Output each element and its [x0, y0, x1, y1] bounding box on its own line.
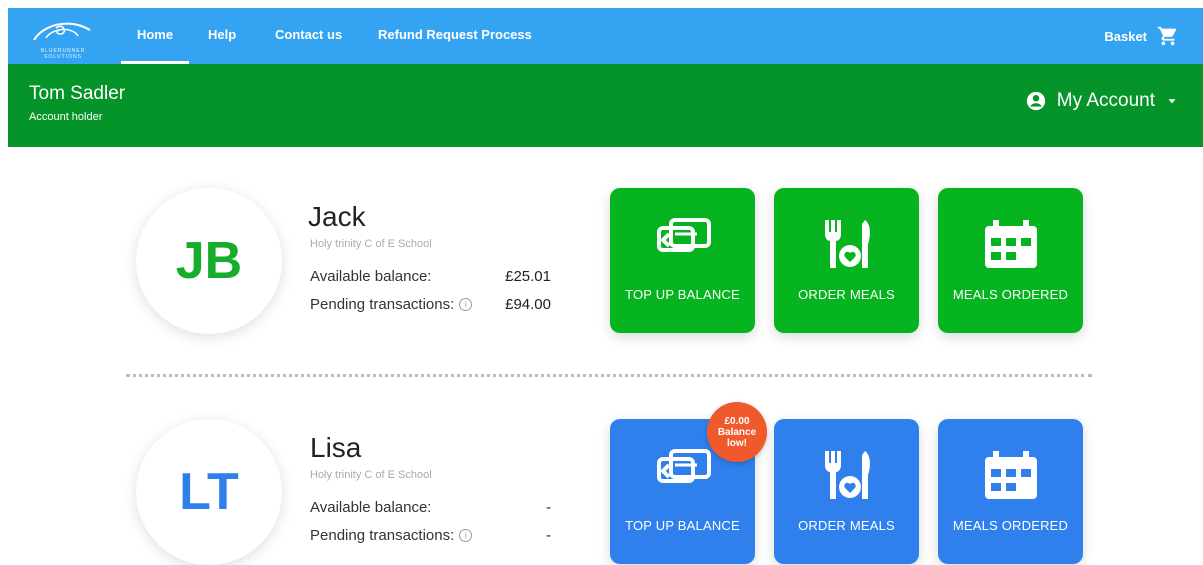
chevron-down-icon — [1168, 99, 1176, 104]
calendar-icon — [984, 451, 1037, 499]
nav-refund-request-process[interactable]: Refund Request Process — [378, 8, 532, 64]
child-school: Holy trinity C of E School — [310, 238, 432, 250]
tile-label: TOP UP BALANCE — [625, 287, 740, 302]
my-account-label: My Account — [1056, 90, 1155, 111]
basket-label: Basket — [1104, 28, 1147, 44]
badge-amount: £0.00 — [724, 415, 750, 427]
top-up-cards-icon — [656, 218, 711, 252]
top-navigation: BLUERUNNER SOLUTIONS Home Help Contact u… — [8, 8, 1203, 64]
child-name: Jack — [308, 201, 366, 232]
low-balance-badge: £0.00 Balance low! — [707, 402, 767, 462]
meals-ordered-button[interactable]: MEALS ORDERED — [938, 188, 1083, 333]
nav-help[interactable]: Help — [208, 8, 236, 64]
child-divider — [126, 374, 1092, 377]
cart-icon — [1157, 26, 1177, 46]
child-avatar-jb: JB — [136, 188, 282, 334]
top-up-balance-button[interactable]: TOP UP BALANCE — [610, 188, 755, 333]
brand-logo[interactable]: BLUERUNNER SOLUTIONS — [30, 14, 96, 60]
order-meals-button[interactable]: ORDER MEALS — [774, 419, 919, 564]
child-school: Holy trinity C of E School — [310, 469, 432, 481]
child-avatar-lt: LT — [136, 419, 282, 565]
available-balance-value: - — [546, 499, 551, 516]
pending-transactions-label: Pending transactions: i — [310, 527, 473, 544]
account-circle-icon — [1026, 91, 1045, 111]
my-account-menu[interactable]: My Account — [1025, 90, 1179, 112]
pending-transactions-value: - — [546, 527, 551, 544]
available-balance-label: Available balance: — [310, 268, 432, 285]
badge-line1: Balance — [717, 426, 757, 438]
tile-label: TOP UP BALANCE — [625, 518, 740, 533]
order-meals-button[interactable]: ORDER MEALS — [774, 188, 919, 333]
calendar-icon — [984, 220, 1037, 268]
tile-label: ORDER MEALS — [798, 287, 895, 302]
tile-label: MEALS ORDERED — [952, 287, 1069, 302]
fork-knife-heart-icon — [824, 220, 870, 268]
account-holder-name: Tom Sadler — [29, 83, 126, 104]
nav-home[interactable]: Home — [121, 8, 189, 64]
child-name: Lisa — [310, 432, 362, 463]
account-holder-role: Account holder — [29, 111, 103, 123]
fork-knife-heart-icon — [824, 451, 870, 499]
logo-swirl-icon — [33, 22, 91, 41]
basket-button[interactable]: Basket — [1104, 8, 1179, 64]
account-bar: Tom Sadler Account holder My Account — [8, 64, 1203, 147]
badge-line2: low! — [727, 437, 747, 449]
tile-label: MEALS ORDERED — [952, 518, 1069, 533]
meals-ordered-button[interactable]: MEALS ORDERED — [938, 419, 1083, 564]
logo-text: BLUERUNNER SOLUTIONS — [40, 48, 86, 60]
pending-transactions-label: Pending transactions: i — [310, 296, 473, 313]
available-balance-value: £25.01 — [505, 268, 551, 285]
nav-contact-us[interactable]: Contact us — [275, 8, 342, 64]
pending-transactions-value: £94.00 — [505, 296, 551, 313]
top-up-cards-icon — [656, 449, 711, 483]
available-balance-label: Available balance: — [310, 499, 432, 516]
tile-label: ORDER MEALS — [798, 518, 895, 533]
